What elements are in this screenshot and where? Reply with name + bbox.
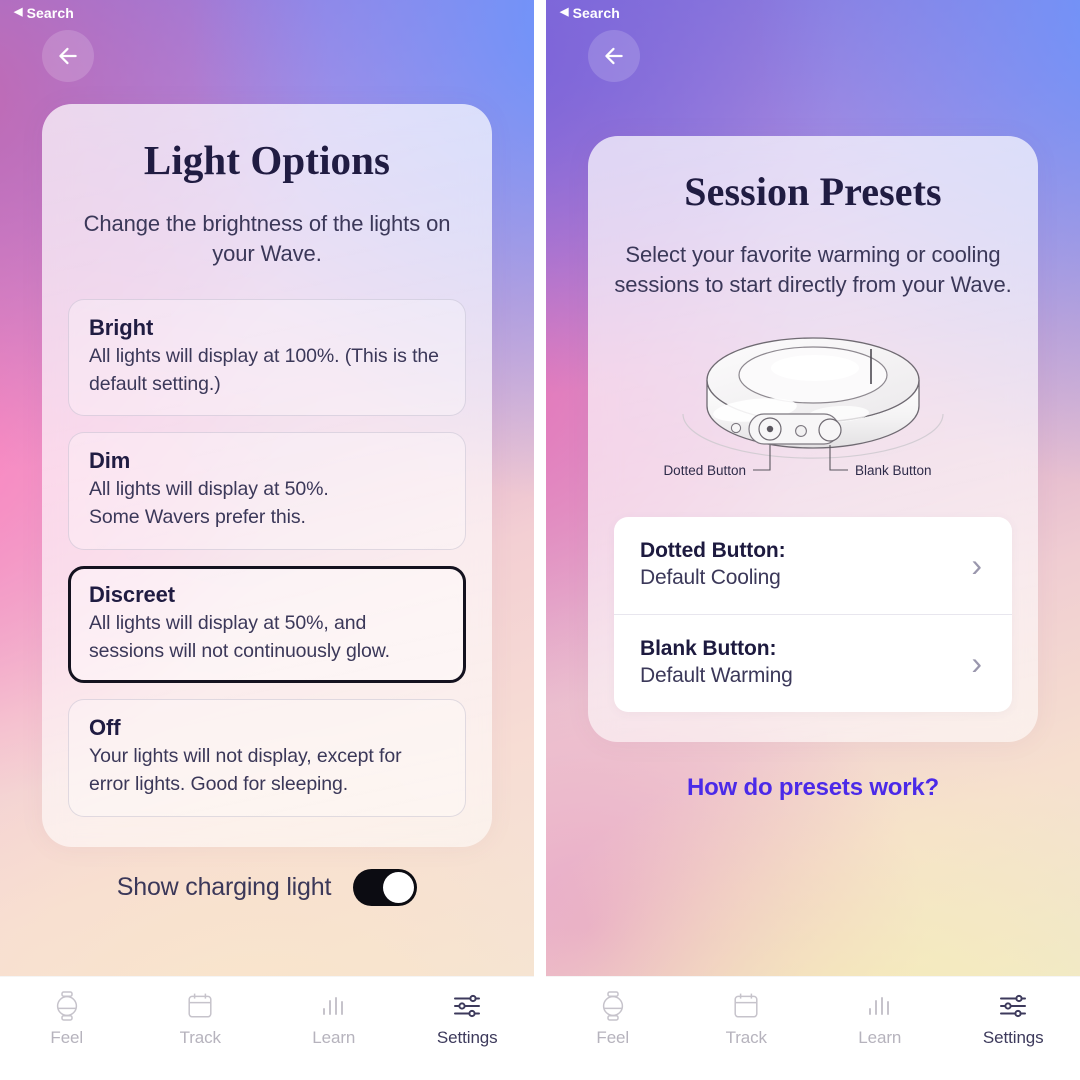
left-scroll-area: Light Options Change the brightness of t… (0, 82, 534, 976)
diagram-label-dotted-button: Dotted Button (663, 463, 746, 478)
tab-track[interactable]: Track (680, 991, 814, 1048)
calendar-icon (733, 991, 759, 1021)
option-title: Discreet (89, 581, 176, 607)
status-back-label: Search (26, 4, 74, 21)
phone-screen-session-presets: ◀ Search Session Presets Select your fav… (546, 0, 1080, 1080)
tab-label: Feel (596, 1028, 630, 1047)
tab-label: Track (725, 1028, 767, 1047)
preset-title: Blank Button: (640, 637, 777, 660)
page-subtitle: Select your favorite warming or cooling … (614, 242, 1012, 298)
tab-bar-left: Feel Track Learn Settings (0, 976, 534, 1080)
tab-learn[interactable]: Learn (267, 991, 401, 1048)
status-bar-right: ◀ Search (546, 0, 1080, 24)
back-triangle-icon: ◀ (560, 6, 569, 18)
preset-title: Dotted Button: (640, 539, 786, 562)
status-back-to-search[interactable]: ◀ Search (560, 5, 620, 21)
chevron-right-icon: › (971, 546, 982, 583)
preset-list: Dotted Button: Default Cooling › Blank B… (614, 517, 1012, 712)
dual-screenshot-stage: ◀ Search Light Options Change the bright… (0, 0, 1080, 1080)
preset-value: Default Cooling (640, 566, 781, 589)
sliders-icon (452, 991, 482, 1021)
preset-texts: Blank Button: Default Warming (640, 637, 971, 688)
calendar-icon (187, 991, 213, 1021)
tab-track[interactable]: Track (134, 991, 268, 1048)
charging-light-row: Show charging light (0, 868, 534, 906)
charging-light-toggle[interactable] (353, 868, 418, 906)
option-off[interactable]: Off Your lights will not display, except… (68, 699, 466, 817)
page-subtitle: Change the brightness of the lights on y… (83, 211, 451, 267)
sliders-icon (998, 991, 1028, 1021)
option-title: Off (89, 715, 121, 741)
option-description: All lights will display at 100%. (This i… (89, 345, 439, 395)
back-arrow-icon (59, 47, 77, 65)
tab-feel[interactable]: Feel (546, 991, 680, 1048)
page-title: Light Options (143, 137, 391, 183)
tab-settings[interactable]: Settings (947, 991, 1080, 1048)
tab-label: Settings (982, 1028, 1044, 1047)
page-title: Session Presets (684, 169, 942, 214)
watch-icon (599, 991, 627, 1021)
tab-label: Feel (50, 1028, 84, 1047)
tab-label: Learn (858, 1028, 902, 1047)
tab-settings[interactable]: Settings (401, 991, 535, 1048)
bars-icon (866, 991, 894, 1021)
preset-row-dotted-button[interactable]: Dotted Button: Default Cooling › (614, 517, 1012, 614)
light-options-card: Light Options Change the brightness of t… (42, 104, 492, 847)
left-spacer (0, 906, 534, 976)
back-triangle-icon: ◀ (14, 6, 23, 18)
status-back-to-search[interactable]: ◀ Search (14, 5, 74, 21)
phone-screen-light-options: ◀ Search Light Options Change the bright… (0, 0, 534, 1080)
right-scroll-area: Session Presets Select your favorite war… (546, 82, 1080, 976)
tab-learn[interactable]: Learn (813, 991, 947, 1048)
back-arrow-icon (605, 47, 623, 65)
option-description: All lights will display at 50%. Some Wav… (89, 478, 329, 529)
tab-label: Settings (436, 1028, 498, 1047)
chevron-right-icon: › (971, 644, 982, 681)
tab-label: Track (179, 1028, 221, 1047)
option-description: Your lights will not display, except for… (89, 745, 402, 795)
option-title: Dim (89, 448, 131, 474)
wave-device-diagram: Dotted Button Blank Button (614, 318, 1012, 493)
option-discreet[interactable]: Discreet All lights will display at 50%,… (68, 565, 466, 684)
preset-texts: Dotted Button: Default Cooling (640, 539, 971, 590)
wave-device-illustration: Dotted Button Blank Button (663, 337, 944, 478)
tab-feel[interactable]: Feel (0, 991, 134, 1048)
bars-icon (320, 991, 348, 1021)
option-title: Bright (89, 315, 154, 341)
option-dim[interactable]: Dim All lights will display at 50%. Some… (68, 432, 466, 550)
back-button[interactable] (588, 30, 640, 82)
charging-light-label: Show charging light (116, 872, 332, 901)
preset-row-blank-button[interactable]: Blank Button: Default Warming › (614, 614, 1012, 712)
preset-value: Default Warming (640, 664, 793, 687)
option-description: All lights will display at 50%, and sess… (89, 611, 390, 662)
status-back-label: Search (572, 4, 620, 21)
session-presets-card: Session Presets Select your favorite war… (588, 136, 1038, 742)
how-do-presets-work-link[interactable]: How do presets work? (546, 774, 1080, 802)
light-options-list: Bright All lights will display at 100%. … (68, 299, 466, 817)
watch-icon (53, 991, 81, 1021)
option-bright[interactable]: Bright All lights will display at 100%. … (68, 299, 466, 417)
right-spacer (546, 802, 1080, 976)
tab-label: Learn (312, 1028, 356, 1047)
back-button[interactable] (42, 30, 94, 82)
tab-bar-right: Feel Track Learn Settings (546, 976, 1080, 1080)
toggle-knob (383, 871, 415, 903)
status-bar-left: ◀ Search (0, 0, 534, 24)
diagram-label-blank-button: Blank Button (855, 463, 932, 478)
